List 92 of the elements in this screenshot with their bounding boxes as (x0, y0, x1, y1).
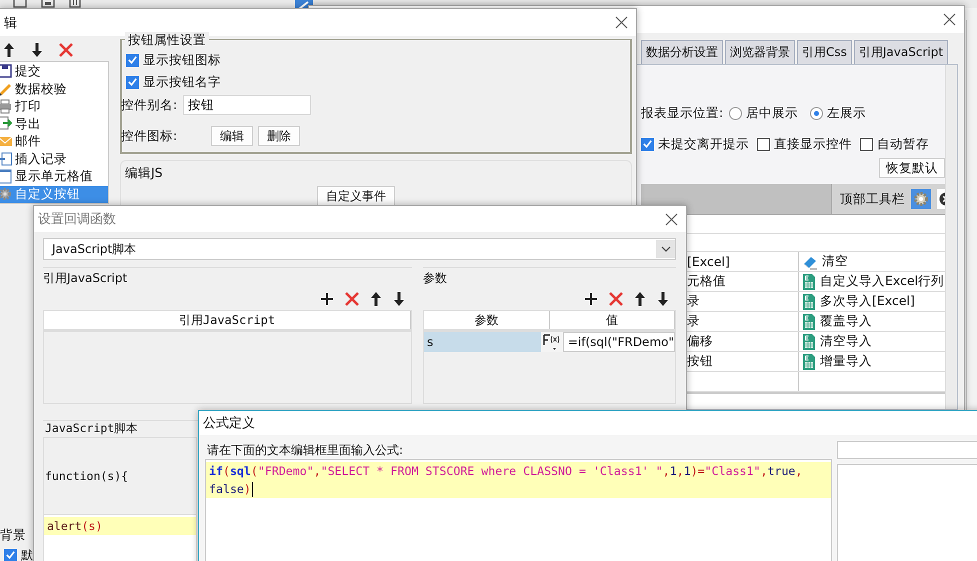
down-arrow-icon[interactable] (392, 290, 406, 308)
section-label: 背景 (0, 527, 27, 544)
tab[interactable]: 引用Css (797, 40, 852, 64)
settings-button[interactable] (911, 189, 931, 209)
up-arrow-icon[interactable] (369, 290, 383, 308)
formula-button-icon[interactable] (540, 332, 563, 352)
icon-button[interactable]: 编辑 (211, 126, 253, 146)
spreadsheet-icon (802, 294, 816, 310)
checkbox-label: 自动暂存 (877, 136, 929, 152)
spreadsheet-icon (802, 314, 816, 330)
table-cell[interactable]: s (424, 332, 541, 352)
tab[interactable]: 引用JavaScript (854, 40, 948, 64)
checkbox[interactable] (757, 138, 770, 150)
section-title: 引用JavaScript (43, 271, 128, 285)
section-title: 参数 (423, 271, 447, 285)
list-item[interactable]: 显示单元格值 (0, 168, 108, 186)
window-title: 辑 (4, 14, 17, 32)
up-arrow-icon[interactable] (2, 41, 16, 59)
add-icon[interactable] (319, 291, 335, 307)
table-cell: 清空导入 (820, 333, 872, 350)
add-icon[interactable] (583, 291, 599, 307)
up-arrow-icon[interactable] (633, 290, 647, 308)
gear-icon (0, 186, 12, 202)
checkbox-label: 直接显示控件 (774, 136, 852, 152)
delete-icon[interactable] (58, 42, 74, 58)
checkbox[interactable] (126, 76, 139, 88)
close-icon[interactable] (615, 16, 628, 29)
close-icon[interactable] (943, 13, 956, 26)
radio-button[interactable] (729, 106, 742, 120)
trash-icon[interactable] (69, 0, 81, 8)
restore-default-button[interactable]: 恢复默认 (879, 158, 945, 178)
radio-label: 左展示 (827, 104, 866, 122)
window-title: 公式定义 (203, 415, 255, 432)
gear-icon (913, 191, 929, 207)
search-field[interactable] (837, 441, 977, 459)
code-editor[interactable]: alert(s) (44, 514, 196, 561)
table-cell: 增量导入 (820, 353, 872, 370)
code-line: function(s){ (45, 469, 128, 483)
list-item[interactable]: 邮件 (0, 133, 108, 150)
document-icon[interactable] (13, 0, 27, 8)
instruction-text: 请在下面的文本编辑框里面输入公式: (206, 442, 404, 459)
toolbar-label: 顶部工具栏 (840, 190, 905, 208)
list-item[interactable]: 插入记录 (0, 150, 108, 168)
tab[interactable]: 数据分析设置 (641, 40, 723, 64)
document-icon[interactable] (41, 0, 55, 8)
group-title: 按钮属性设置 (125, 32, 209, 49)
field-label: 控件图标: (121, 128, 178, 144)
text-cursor (252, 482, 253, 496)
scrollbar[interactable] (945, 65, 957, 409)
custom-event-button[interactable]: 自定义事件 (317, 186, 395, 206)
checkbox-label: 默 (21, 546, 33, 561)
alias-field[interactable]: 按钮 (183, 95, 311, 115)
down-arrow-icon[interactable] (656, 290, 670, 308)
checkbox[interactable] (4, 548, 17, 561)
checkbox[interactable] (126, 54, 139, 66)
table-cell: 清空 (822, 253, 848, 270)
field-label: 控件别名: (121, 96, 178, 114)
column-header: 引用JavaScript (44, 311, 411, 329)
down-arrow-icon[interactable] (30, 41, 44, 59)
icon-button[interactable]: 删除 (258, 126, 300, 146)
pencil-icon (0, 81, 12, 98)
panel-title: 编辑JS (125, 165, 163, 180)
column-header: 参数 (424, 311, 550, 329)
checkbox-label: 显示按钮名字 (143, 74, 221, 90)
checkbox[interactable] (641, 138, 654, 150)
delete-icon[interactable] (608, 291, 624, 307)
close-icon[interactable] (665, 212, 678, 226)
list-item[interactable]: 数据校验 (0, 80, 108, 98)
checkbox[interactable] (860, 138, 873, 150)
field-label: 报表显示位置: (641, 104, 724, 122)
script-type-dropdown[interactable]: JavaScript脚本 (43, 238, 676, 260)
formula-editor[interactable]: if(sql("FRDemo","SELECT * FROM STSCORE where CLASSNO = 'Class1' ",1,1)="Class1",true, false) (205, 459, 832, 561)
spreadsheet-icon (802, 354, 816, 370)
checkbox-label: 未提交离开提示 (658, 136, 749, 152)
delete-icon[interactable] (344, 291, 360, 307)
spreadsheet-icon (802, 334, 816, 350)
list-item[interactable]: 导出 (0, 116, 108, 133)
window-title: 设置回调函数 (38, 211, 116, 228)
tab[interactable]: 浏览器背景 (725, 40, 795, 64)
spreadsheet-icon (802, 274, 816, 290)
column-header: 值 (550, 311, 675, 329)
table-cell: 多次导入[Excel] (820, 293, 915, 310)
list-item[interactable]: 提交 (0, 63, 108, 80)
radio-button[interactable] (810, 106, 824, 120)
value-field[interactable]: =if(sql("FRDemo" (562, 332, 675, 352)
list-item[interactable]: 打印 (0, 98, 108, 116)
table-cell: 自定义导入Excel行列 (820, 273, 944, 290)
chevron-down-icon (660, 246, 670, 252)
section-title: JavaScript脚本 (45, 421, 138, 435)
radio-label: 居中展示 (746, 104, 798, 122)
table-cell: 覆盖导入 (820, 313, 872, 330)
checkbox-label: 显示按钮图标 (143, 52, 221, 68)
